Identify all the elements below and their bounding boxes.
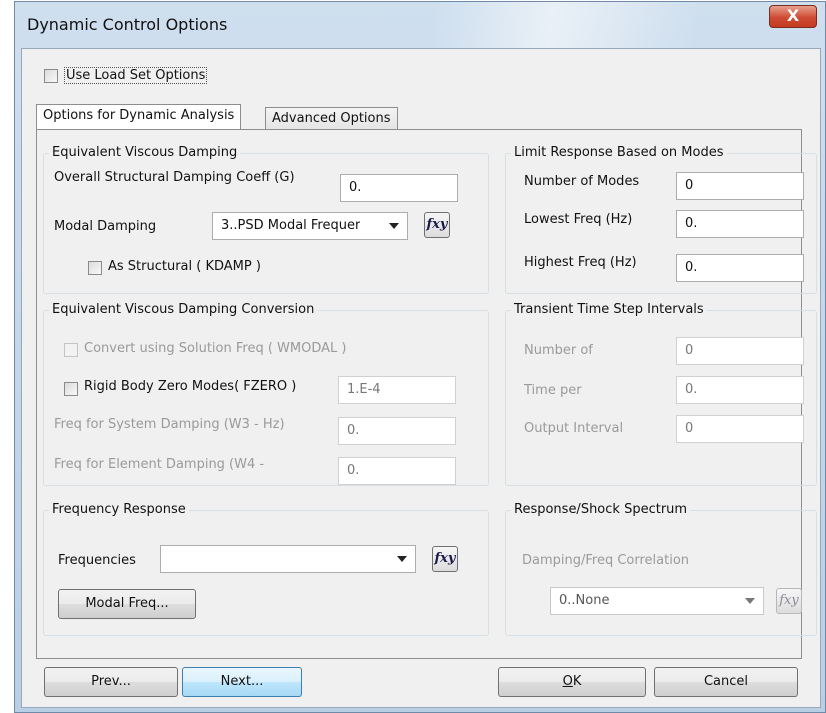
modal-damping-fxy-icon[interactable]: fxy: [424, 212, 450, 238]
frequencies-dropdown[interactable]: [160, 545, 416, 573]
convert-wmodal-label: Convert using Solution Freq ( WMODAL ): [84, 341, 347, 356]
close-button[interactable]: X: [769, 5, 817, 28]
lowest-freq-label: Lowest Freq (Hz): [524, 212, 633, 227]
prev-button[interactable]: Prev...: [44, 667, 178, 697]
group-damping-conversion: Equivalent Viscous Damping Conversion Co…: [43, 302, 489, 486]
lowest-freq-field[interactable]: 0.: [676, 210, 804, 238]
rigid-body-label: Rigid Body Zero Modes( FZERO ): [84, 379, 297, 394]
time-per-field[interactable]: 0.: [676, 376, 804, 404]
tab-options-dynamic-analysis[interactable]: Options for Dynamic Analysis: [36, 104, 242, 131]
rigid-body-checkbox[interactable]: [64, 382, 78, 396]
convert-wmodal-checkbox[interactable]: [64, 343, 78, 357]
chevron-down-icon: [389, 223, 399, 229]
modal-damping-dropdown[interactable]: 3..PSD Modal Frequer: [212, 212, 408, 240]
as-structural-checkbox[interactable]: [88, 261, 102, 275]
window-title: Dynamic Control Options: [27, 15, 228, 34]
group-title: Equivalent Viscous Damping: [49, 145, 241, 160]
use-load-set-checkbox[interactable]: [44, 69, 58, 83]
as-structural-label: As Structural ( KDAMP ): [108, 259, 261, 274]
highest-freq-field[interactable]: 0.: [676, 254, 804, 282]
chevron-down-icon: [397, 556, 407, 562]
number-of-modes-field[interactable]: 0: [676, 172, 804, 200]
damping-freq-correlation-label: Damping/Freq Correlation: [522, 553, 690, 568]
group-title: Frequency Response: [49, 502, 189, 517]
group-title: Equivalent Viscous Damping Conversion: [49, 302, 318, 317]
highest-freq-label: Highest Freq (Hz): [524, 255, 637, 270]
group-title: Response/Shock Spectrum: [511, 502, 691, 517]
group-response-shock-spectrum: Response/Shock Spectrum Damping/Freq Cor…: [505, 502, 817, 636]
group-transient-time-step: Transient Time Step Intervals Number of …: [505, 302, 817, 486]
w3-field[interactable]: 0.: [338, 417, 456, 445]
number-of-modes-label: Number of Modes: [524, 174, 640, 189]
w4-field[interactable]: 0.: [338, 457, 456, 485]
title-bar-sheen: [435, 2, 695, 48]
tab-panel: Equivalent Viscous Damping Overall Struc…: [36, 129, 817, 659]
overall-damping-field[interactable]: 0.: [340, 174, 458, 202]
damping-freq-correlation-dropdown[interactable]: 0..None: [550, 587, 764, 615]
dialog-client-area: Use Load Set Options Options for Dynamic…: [21, 48, 821, 708]
title-bar: Dynamic Control Options X: [15, 2, 825, 48]
group-limit-response: Limit Response Based on Modes Number of …: [505, 145, 817, 294]
output-interval-field[interactable]: 0: [676, 415, 804, 443]
rigid-body-field[interactable]: 1.E-4: [338, 376, 456, 404]
number-of-field[interactable]: 0: [676, 337, 804, 365]
group-equivalent-viscous-damping: Equivalent Viscous Damping Overall Struc…: [43, 145, 489, 294]
w3-label: Freq for System Damping (W3 - Hz): [54, 417, 285, 432]
frequencies-label: Frequencies: [58, 553, 136, 568]
output-interval-label: Output Interval: [524, 421, 624, 436]
chevron-down-icon: [745, 598, 755, 604]
overall-damping-label: Overall Structural Damping Coeff (G): [54, 170, 295, 185]
w4-label: Freq for Element Damping (W4 -: [54, 457, 265, 472]
group-frequency-response: Frequency Response Frequencies fxy Modal…: [43, 502, 489, 636]
dialog-window: Dynamic Control Options X Use Load Set O…: [14, 1, 826, 713]
modal-damping-label: Modal Damping: [54, 219, 157, 234]
time-per-label: Time per: [524, 383, 582, 398]
cancel-button[interactable]: Cancel: [654, 667, 798, 697]
use-load-set-label[interactable]: Use Load Set Options: [64, 67, 208, 84]
group-title: Transient Time Step Intervals: [511, 302, 707, 317]
modal-damping-value: 3..PSD Modal Frequer: [221, 218, 361, 233]
group-title: Limit Response Based on Modes: [511, 145, 727, 160]
modal-freq-button[interactable]: Modal Freq...: [58, 589, 196, 619]
next-button[interactable]: Next...: [182, 667, 302, 697]
shock-spectrum-fxy-icon[interactable]: fxy: [776, 588, 802, 614]
ok-button[interactable]: OK: [498, 667, 646, 697]
frequencies-fxy-icon[interactable]: fxy: [432, 546, 458, 572]
damping-freq-correlation-value: 0..None: [559, 593, 610, 608]
tab-advanced-options[interactable]: Advanced Options: [265, 107, 398, 131]
number-of-label: Number of: [524, 343, 593, 358]
